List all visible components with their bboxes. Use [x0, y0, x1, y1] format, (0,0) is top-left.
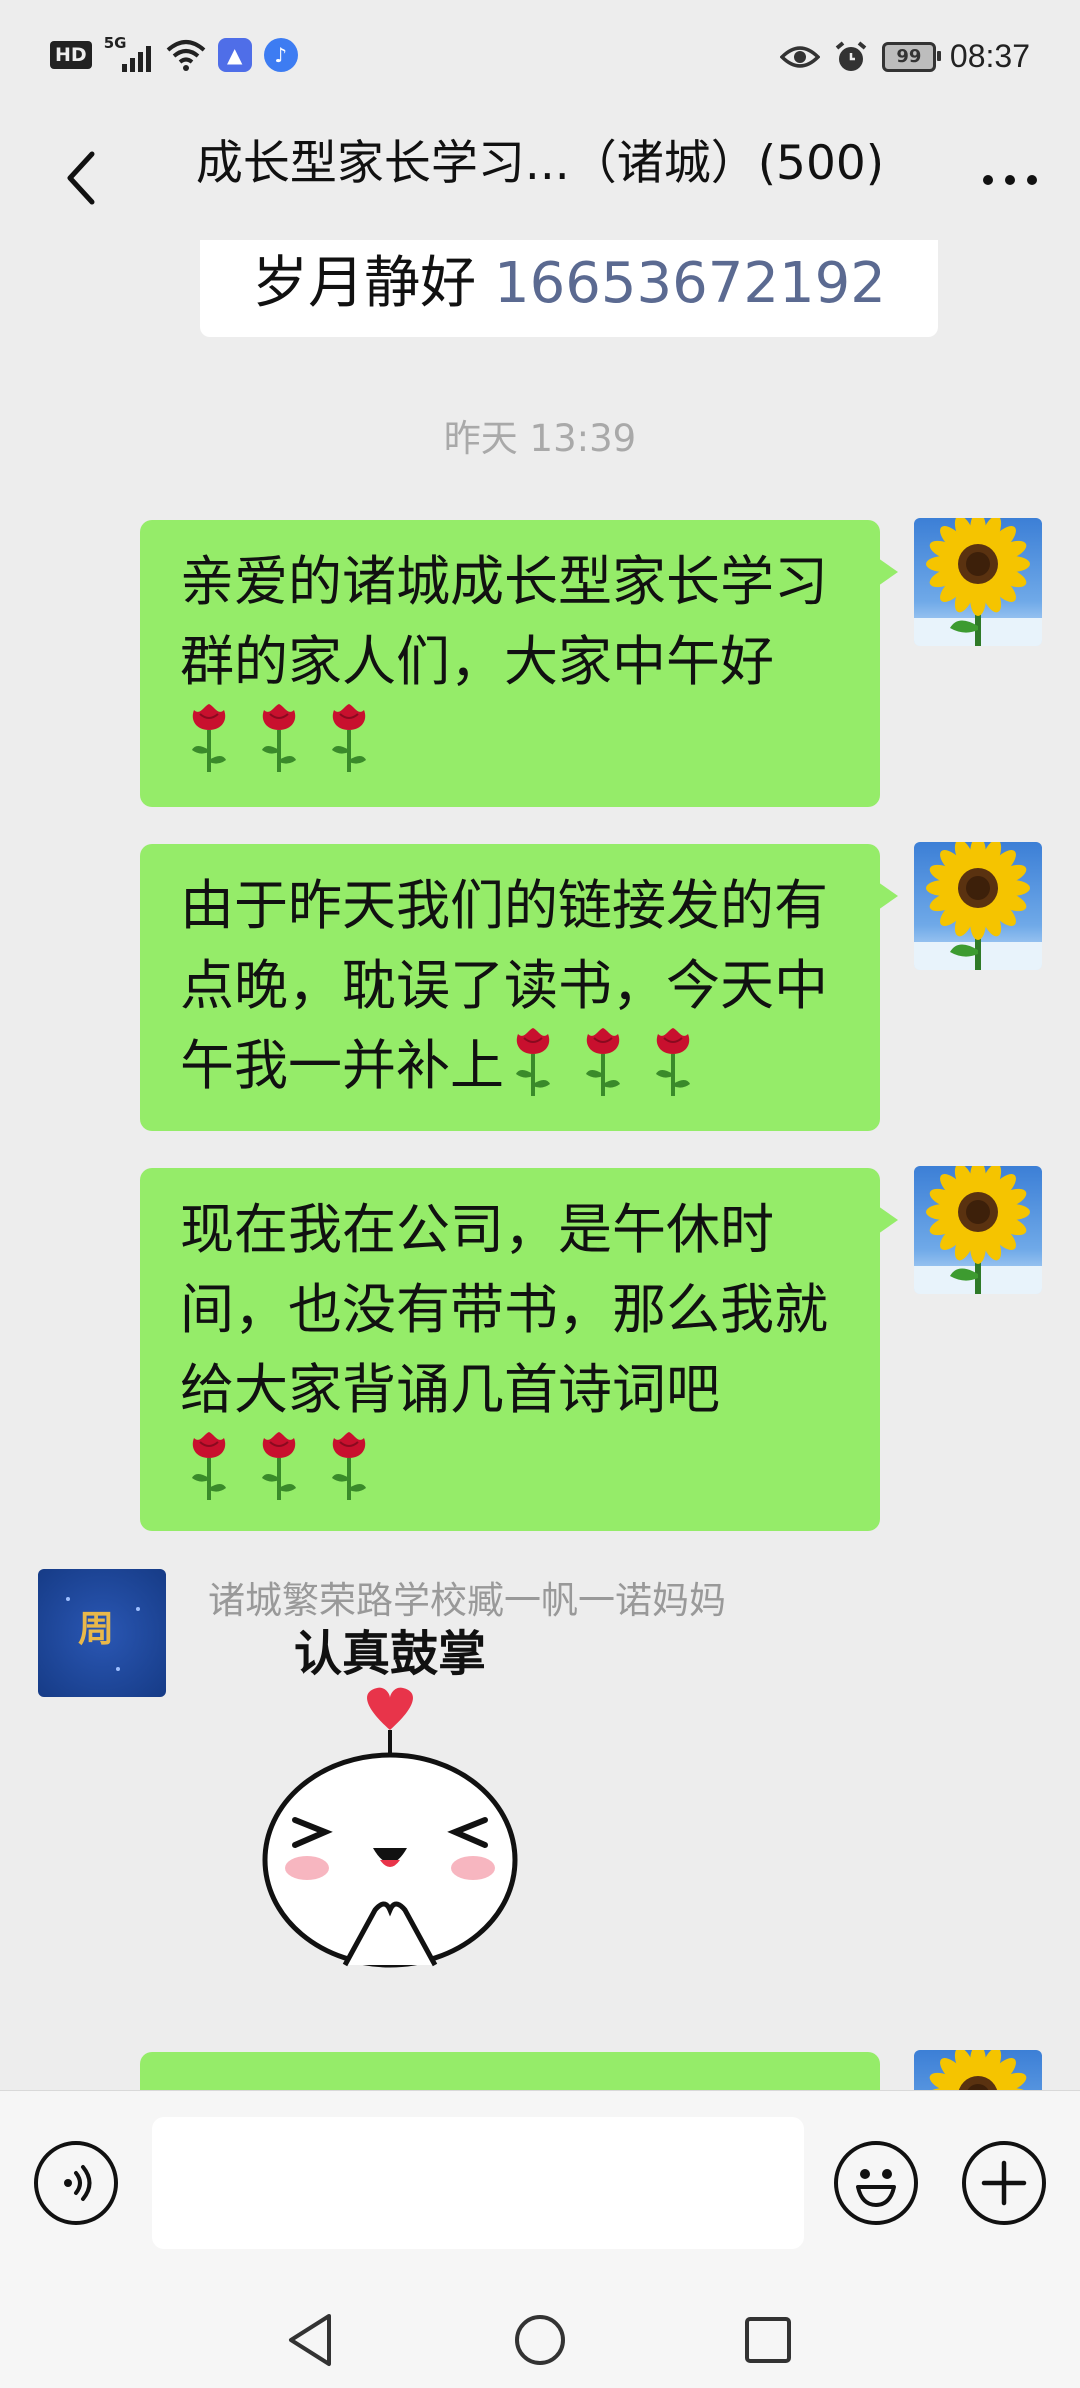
message-text: 亲爱的诸城成长型家长学习群的家人们，大家中午好 — [180, 550, 828, 693]
message-text: 现在我在公司，是午休时间，也没有带书，那么我就给大家背诵几首诗词吧 — [180, 1198, 828, 1421]
phone-link[interactable]: 16653672192 — [494, 251, 886, 316]
message-timestamp: 昨天 13:39 — [443, 417, 637, 460]
circle-home-icon — [515, 2315, 565, 2365]
chevron-left-icon — [67, 151, 95, 205]
rose-icon — [250, 702, 308, 774]
battery-level: 99 — [896, 46, 922, 67]
back-button[interactable] — [40, 138, 120, 218]
voice-input-button[interactable] — [34, 2141, 118, 2225]
rose-icon — [320, 1430, 378, 1502]
status-time: 08:37 — [949, 38, 1030, 74]
music-app-icon: ♪ — [263, 38, 298, 72]
rose-icon — [504, 1026, 562, 1098]
system-nav-bar — [0, 2290, 1080, 2388]
square-recents-icon — [745, 2317, 791, 2363]
alarm-icon — [835, 40, 867, 71]
sender-avatar[interactable]: 周 — [38, 1569, 166, 1697]
rose-icon — [250, 1430, 308, 1502]
sent-message-bubble[interactable]: 亲爱的诸城成长型家长学习群的家人们，大家中午好 — [140, 520, 898, 807]
sticker-caption: 认真鼓掌 — [294, 1626, 486, 1682]
hd-badge: HD — [50, 41, 92, 69]
rose-icon — [644, 1026, 702, 1098]
battery-icon: 99 — [881, 41, 941, 72]
education-app-icon: ▲ — [217, 38, 252, 72]
emoji-icon — [856, 2169, 896, 2207]
sunflower-avatar-image — [926, 2050, 1030, 2090]
nav-back-button[interactable] — [270, 2300, 350, 2380]
sent-message-bubble[interactable]: 现在我在公司，是午休时间，也没有带书，那么我就给大家背诵几首诗词吧 — [140, 1168, 898, 1531]
sent-message-bubble[interactable]: 由于昨天我们的链接发的有点晚，耽误了读书，今天中午我一并补上 — [140, 844, 898, 1131]
sent-message-bubble-partial[interactable] — [140, 2052, 880, 2090]
sunflower-avatar-image — [914, 1166, 1042, 1294]
my-avatar[interactable] — [914, 1166, 1042, 1294]
rose-icon — [574, 1026, 632, 1098]
emoji-button[interactable] — [834, 2141, 918, 2225]
rose-emoji-group — [180, 1430, 840, 1510]
rose-icon — [320, 702, 378, 774]
rose-icon — [180, 702, 238, 774]
wifi-icon — [166, 40, 206, 71]
sunflower-avatar-image — [914, 842, 1042, 970]
cellular-signal-icon: 5G — [104, 34, 154, 72]
chat-header: 成长型家长学习...（诸城）(500) — [0, 120, 1080, 240]
eye-icon — [779, 45, 820, 68]
message-input[interactable] — [152, 2117, 804, 2249]
my-avatar[interactable] — [914, 2050, 1042, 2090]
sunflower-avatar-image — [914, 518, 1042, 646]
sender-avatar-image: 周 — [66, 1597, 140, 1671]
more-functions-button[interactable] — [962, 2141, 1046, 2225]
svg-text:周: 周 — [78, 1608, 114, 1650]
plus-icon — [981, 2160, 1027, 2206]
sender-name: 诸城繁荣路学校臧一帆一诺妈妈 — [208, 1579, 726, 1622]
chat-title: 成长型家长学习...（诸城）(500) — [195, 136, 885, 191]
rose-icon — [180, 1430, 238, 1502]
my-avatar[interactable] — [914, 842, 1042, 970]
triangle-back-icon — [289, 2314, 331, 2366]
applause-sticker[interactable]: 认真鼓掌 — [225, 1620, 555, 1970]
more-options-button[interactable] — [970, 140, 1050, 220]
my-avatar[interactable] — [914, 518, 1042, 646]
more-dots-icon — [983, 175, 993, 185]
status-bar: HD 5G ▲ ♪ 99 08:37 — [0, 0, 1080, 120]
contact-card-message[interactable]: 岁月静好 16653672192 — [200, 240, 938, 337]
rose-emoji-group — [504, 1028, 714, 1097]
contact-name: 岁月静好 — [252, 251, 477, 316]
rose-emoji-group — [180, 704, 390, 773]
nav-home-button[interactable] — [500, 2300, 580, 2380]
chat-area[interactable]: 岁月静好 16653672192 昨天 13:39 亲爱的诸城成长型家长学习群的… — [0, 240, 1080, 2090]
voice-icon — [64, 2165, 92, 2201]
nav-recents-button[interactable] — [728, 2300, 808, 2380]
input-bar — [0, 2090, 1080, 2291]
